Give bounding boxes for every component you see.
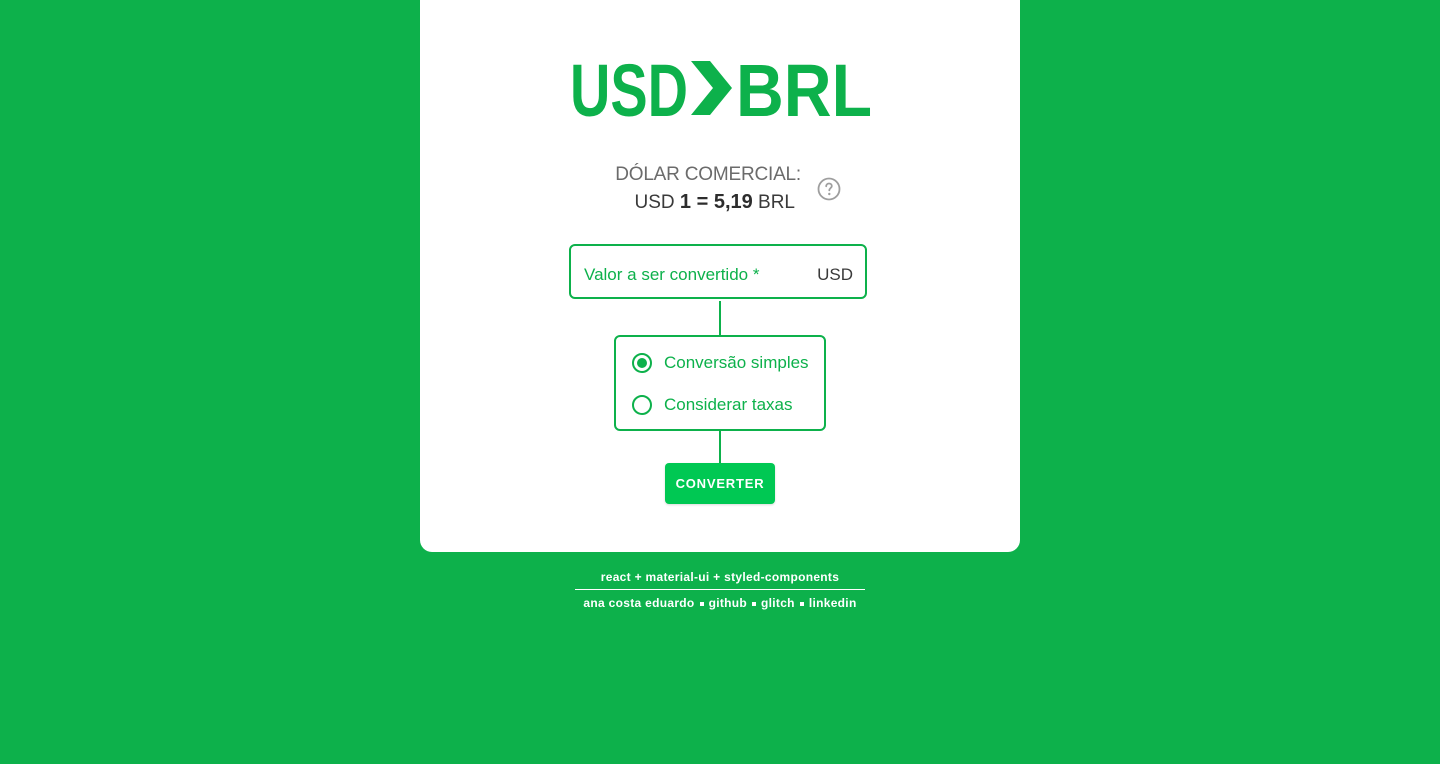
radio-option-label[interactable]: Conversão simples <box>664 353 809 373</box>
footer-links: ana costa eduardo github glitch linkedin <box>570 596 870 610</box>
convert-button[interactable]: CONVERTER <box>665 463 775 504</box>
footer-link-glitch[interactable]: glitch <box>761 596 795 610</box>
amount-input-placeholder: Valor a ser convertido * <box>584 265 760 284</box>
logo-usd-text: USD <box>570 52 688 124</box>
radio-option-simple[interactable]: Conversão simples <box>632 352 809 374</box>
amount-input-field[interactable]: Valor a ser convertido * USD <box>569 244 867 299</box>
rate-value: USD 1 = 5,19 BRL <box>570 191 796 214</box>
footer-separator <box>699 601 704 606</box>
radio-option-label[interactable]: Considerar taxas <box>664 395 793 415</box>
connector-line-bottom <box>719 431 721 463</box>
rate-to-currency: BRL <box>758 192 795 213</box>
logo-brl-text: BRL <box>736 52 872 124</box>
radio-unchecked-icon[interactable] <box>632 395 652 415</box>
connector-line-top <box>719 301 721 335</box>
radio-option-fees[interactable]: Considerar taxas <box>632 394 793 416</box>
footer-separator <box>752 601 757 606</box>
footer-separator <box>799 601 804 606</box>
usd-brl-logo: USD BRL <box>570 52 872 124</box>
converter-card: USD BRL DÓLAR COMERCIAL: USD 1 = 5,19 BR… <box>420 0 1020 552</box>
radio-checked-icon[interactable] <box>632 353 652 373</box>
footer-link-linkedin[interactable]: linkedin <box>809 596 857 610</box>
footer-tech-stack: react + material-ui + styled-components <box>575 570 865 590</box>
amount-input-currency-suffix: USD <box>817 265 853 284</box>
rate-equation: 1 = 5,19 <box>679 191 753 213</box>
exchange-rate-info: DÓLAR COMERCIAL: USD 1 = 5,19 BRL <box>420 164 1020 220</box>
footer-link-author[interactable]: ana costa eduardo <box>583 596 694 610</box>
footer-link-github[interactable]: github <box>709 596 747 610</box>
arrow-right-icon <box>691 61 732 115</box>
footer: react + material-ui + styled-components … <box>570 570 870 610</box>
help-circle-icon[interactable] <box>817 177 841 201</box>
rate-from-currency: USD <box>634 192 675 213</box>
rate-label: DÓLAR COMERCIAL: <box>615 164 801 185</box>
conversion-type-radio-group: Conversão simples Considerar taxas <box>614 335 826 431</box>
